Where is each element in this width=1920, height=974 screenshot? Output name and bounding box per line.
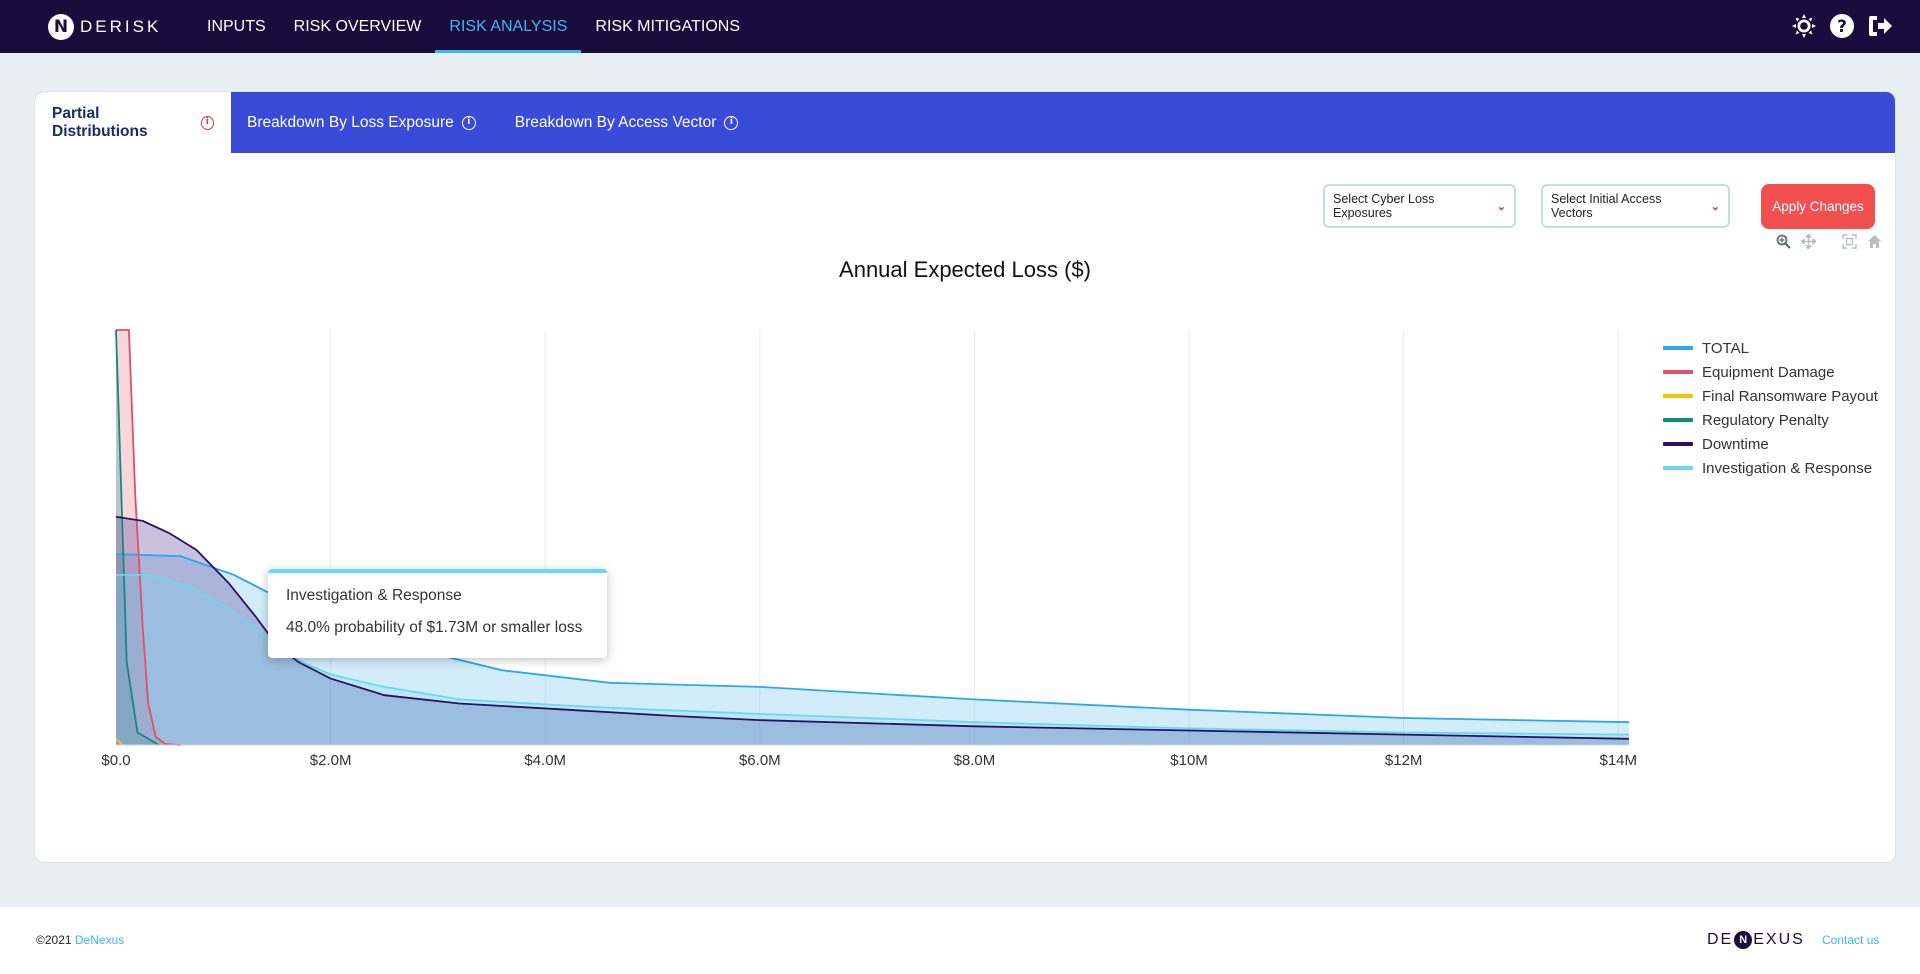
- chart-legend: TOTAL Equipment Damage Final Ransomware Pa…: [1663, 336, 1878, 480]
- legend-label: Final Ransomware Payout: [1702, 387, 1878, 405]
- legend-label: Investigation & Response: [1702, 459, 1873, 477]
- legend-item-investigation-response[interactable]: Investigation & Response: [1663, 456, 1878, 480]
- legend-swatch: [1663, 442, 1693, 446]
- footer-logo-right: EXUS: [1753, 931, 1805, 948]
- company-link[interactable]: DeNexus: [75, 933, 124, 947]
- chart-series-lines: [115, 329, 1630, 746]
- tooltip-series-name: Investigation & Response: [286, 587, 462, 604]
- copyright-text: ©2021 DeNexus: [36, 933, 124, 947]
- contact-us-link[interactable]: Contact us: [1822, 933, 1879, 947]
- x-tick-label: $14M: [1600, 752, 1638, 769]
- legend-swatch: [1663, 466, 1693, 470]
- nav-icon-group: ?: [1790, 12, 1894, 40]
- analysis-card: Partial Distributions i Breakdown By Los…: [34, 91, 1896, 863]
- footer-logo-mark: N: [1734, 931, 1753, 949]
- svg-text:?: ?: [1837, 17, 1847, 37]
- nav-item-inputs[interactable]: INPUTS: [193, 0, 280, 53]
- legend-label: Downtime: [1702, 435, 1769, 453]
- x-tick-label: $2.0M: [310, 752, 352, 769]
- x-tick-label: $4.0M: [524, 752, 566, 769]
- logo-mark-icon: N: [48, 14, 74, 40]
- x-axis-ticks: $0.0 $2.0M $4.0M $6.0M $8.0M $10M $12M $14M: [101, 752, 1637, 769]
- legend-label: Equipment Damage: [1702, 363, 1835, 381]
- legend-swatch: [1663, 370, 1693, 374]
- x-tick-label: $6.0M: [739, 752, 781, 769]
- tooltip-value-text: 48.0% probability of $1.73M or smaller l…: [286, 619, 583, 636]
- legend-item-downtime[interactable]: Downtime: [1663, 432, 1878, 456]
- footer-logo-left: DE: [1707, 931, 1734, 948]
- logo-wordmark: DERISK: [80, 17, 162, 36]
- legend-item-regulatory-penalty[interactable]: Regulatory Penalty: [1663, 408, 1878, 432]
- app-logo[interactable]: N DERISK: [48, 14, 161, 40]
- x-tick-label: $10M: [1170, 752, 1208, 769]
- legend-item-equipment-damage[interactable]: Equipment Damage: [1663, 360, 1878, 384]
- top-navbar: N DERISK INPUTS RISK OVERVIEW RISK ANALY…: [0, 0, 1920, 53]
- nav-item-risk-analysis[interactable]: RISK ANALYSIS: [435, 0, 582, 53]
- theme-sun-icon[interactable]: [1790, 12, 1818, 40]
- legend-swatch: [1663, 418, 1693, 422]
- footer-logo: DE N EXUS: [1707, 931, 1805, 949]
- logout-icon[interactable]: [1866, 12, 1894, 40]
- legend-item-total[interactable]: TOTAL: [1663, 336, 1878, 360]
- nav-item-risk-mitigations[interactable]: RISK MITIGATIONS: [581, 0, 754, 53]
- copyright-year: ©2021: [36, 933, 72, 947]
- x-tick-label: $12M: [1385, 752, 1423, 769]
- help-icon[interactable]: ?: [1828, 12, 1856, 40]
- legend-swatch: [1663, 394, 1693, 398]
- x-tick-label: $0.0: [101, 752, 130, 769]
- nav-item-risk-overview[interactable]: RISK OVERVIEW: [280, 0, 436, 53]
- legend-item-final-ransomware-payout[interactable]: Final Ransomware Payout: [1663, 384, 1878, 408]
- legend-label: Regulatory Penalty: [1702, 411, 1829, 429]
- x-tick-label: $8.0M: [954, 752, 996, 769]
- loss-distribution-chart[interactable]: $0.0 $2.0M $4.0M $6.0M $8.0M $10M $12M $14M: [35, 92, 1896, 863]
- legend-swatch: [1663, 346, 1693, 350]
- page-footer: ©2021 DeNexus DE N EXUS Contact us: [0, 907, 1920, 974]
- main-nav: INPUTS RISK OVERVIEW RISK ANALYSIS RISK …: [193, 0, 754, 53]
- chart-tooltip: Investigation & Response 48.0% probabili…: [268, 569, 607, 658]
- legend-label: TOTAL: [1702, 339, 1749, 357]
